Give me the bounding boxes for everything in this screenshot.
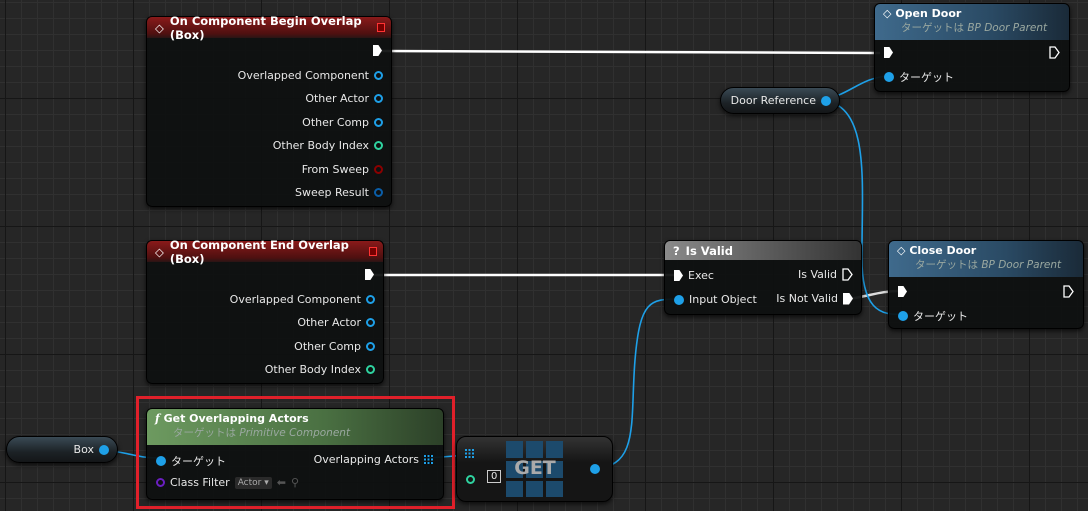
use-selected-arrow-icon[interactable]: ⬅ <box>277 476 286 489</box>
struct-pin[interactable] <box>374 188 383 197</box>
index-pin[interactable] <box>466 475 475 484</box>
node-title: Close Door <box>909 244 977 257</box>
pin-label: Sweep Result <box>295 186 369 199</box>
node-header: ◇ On Component End Overlap (Box) <box>147 238 383 266</box>
function-icon: ◇ <box>897 244 906 257</box>
bool-pin[interactable] <box>374 165 383 174</box>
node-title: On Component End Overlap (Box) <box>169 237 349 266</box>
pin-label: Is Valid <box>798 268 837 281</box>
exec-in-pin[interactable] <box>898 286 907 297</box>
exec-out-pin[interactable] <box>842 268 853 281</box>
array-in-pin[interactable] <box>465 449 474 458</box>
object-pin[interactable] <box>374 94 383 103</box>
pin-label: Class Filter <box>170 476 230 489</box>
subtitle-class: BP Door Parent <box>981 259 1062 271</box>
object-pin[interactable] <box>366 295 375 304</box>
pin-label: Other Body Index <box>264 363 361 376</box>
node-header: question-icon?Is Valid <box>665 241 861 260</box>
variable-label: Box <box>73 443 94 456</box>
delegate-icon <box>376 23 385 32</box>
pin-label: Other Body Index <box>272 139 369 152</box>
variable-label: Door Reference <box>730 94 816 107</box>
browse-search-icon[interactable]: ⚲ <box>291 476 299 489</box>
pin-label: Overlapping Actors <box>313 453 419 466</box>
class-dropdown[interactable]: Actor ▾ <box>234 476 272 489</box>
exec-out-pin[interactable] <box>843 292 853 305</box>
pin-label: From Sweep <box>301 163 369 176</box>
is-valid-node[interactable]: question-icon?Is Valid Exec Input Object… <box>664 240 862 315</box>
macro-icon: ? <box>673 243 680 258</box>
pin-label: Input Object <box>689 293 757 306</box>
door-reference-variable[interactable]: Door Reference <box>720 87 840 114</box>
begin-overlap-node[interactable]: ◇ On Component Begin Overlap (Box) Overla… <box>146 14 392 207</box>
exec-out-pin[interactable] <box>1063 285 1074 298</box>
get-overlapping-actors-node[interactable]: f Get Overlapping Actors ターゲットは Primitive… <box>146 408 444 500</box>
pin-label: Other Actor <box>297 316 361 329</box>
subtitle-class: Primitive Component <box>239 427 351 439</box>
exec-wire-begin-to-open <box>379 49 881 55</box>
target-pin[interactable] <box>884 72 894 82</box>
open-door-node[interactable]: ◇ Open Door ターゲットは BP Door Parent ターゲット <box>874 3 1070 92</box>
object-pin[interactable] <box>821 95 831 106</box>
delegate-icon <box>368 247 377 256</box>
pin-label: Exec <box>688 269 714 282</box>
pin-label: Other Comp <box>302 116 369 129</box>
event-icon: ◇ <box>155 244 164 259</box>
object-pin[interactable] <box>366 342 375 351</box>
pin-label: ターゲット <box>171 455 226 468</box>
array-get-node[interactable]: GET 0 <box>456 436 613 502</box>
object-pin[interactable] <box>99 444 109 455</box>
exec-in-pin[interactable] <box>884 47 893 58</box>
exec-out-pin[interactable] <box>373 45 382 56</box>
object-pin[interactable] <box>374 118 383 127</box>
subtitle-class: BP Door Parent <box>967 22 1048 34</box>
node-title: On Component Begin Overlap (Box) <box>169 13 362 42</box>
array-pin[interactable] <box>424 455 433 464</box>
node-header: ◇ On Component Begin Overlap (Box) <box>147 14 391 42</box>
int-pin[interactable] <box>366 365 375 374</box>
target-pin[interactable] <box>898 311 908 321</box>
function-icon: ◇ <box>883 7 892 20</box>
object-out-pin[interactable] <box>590 464 600 474</box>
pin-label: Overlapped Component <box>229 293 361 306</box>
end-overlap-node[interactable]: ◇ On Component End Overlap (Box) Overlapp… <box>146 238 384 384</box>
class-value: Actor <box>237 477 262 488</box>
exec-out-pin[interactable] <box>365 269 374 280</box>
subtitle-prefix: ターゲットは <box>173 427 236 439</box>
node-header: f Get Overlapping Actors ターゲットは Primitive… <box>147 409 443 445</box>
target-pin[interactable] <box>156 456 166 466</box>
function-icon: f <box>155 412 160 425</box>
exec-in-pin[interactable] <box>674 270 683 281</box>
node-title: Is Valid <box>685 243 733 258</box>
event-icon: ◇ <box>155 20 164 35</box>
pin-label: ターゲット <box>899 71 954 84</box>
subtitle-prefix: ターゲットは <box>915 259 978 271</box>
pin-label: ターゲット <box>913 310 968 323</box>
object-pin[interactable] <box>366 318 375 327</box>
pin-label: Other Actor <box>305 92 369 105</box>
node-title: Open Door <box>895 7 962 20</box>
node-title: Get Overlapping Actors <box>163 412 309 425</box>
get-label: GET <box>514 457 556 479</box>
node-header: ◇ Close Door ターゲットは BP Door Parent <box>889 241 1083 277</box>
node-header: ◇ Open Door ターゲットは BP Door Parent <box>875 4 1069 40</box>
box-variable[interactable]: Box <box>6 436 118 463</box>
close-door-node[interactable]: ◇ Close Door ターゲットは BP Door Parent ターゲット <box>888 240 1084 329</box>
object-pin[interactable] <box>674 294 684 305</box>
pin-label: Other Comp <box>294 340 361 353</box>
pin-label: Is Not Valid <box>776 292 838 305</box>
pin-label: Overlapped Component <box>237 69 369 82</box>
class-pin[interactable] <box>156 478 165 487</box>
index-input[interactable]: 0 <box>487 470 502 483</box>
subtitle-prefix: ターゲットは <box>901 22 964 34</box>
object-pin[interactable] <box>374 71 383 80</box>
int-pin[interactable] <box>374 141 383 150</box>
exec-out-pin[interactable] <box>1049 46 1060 59</box>
